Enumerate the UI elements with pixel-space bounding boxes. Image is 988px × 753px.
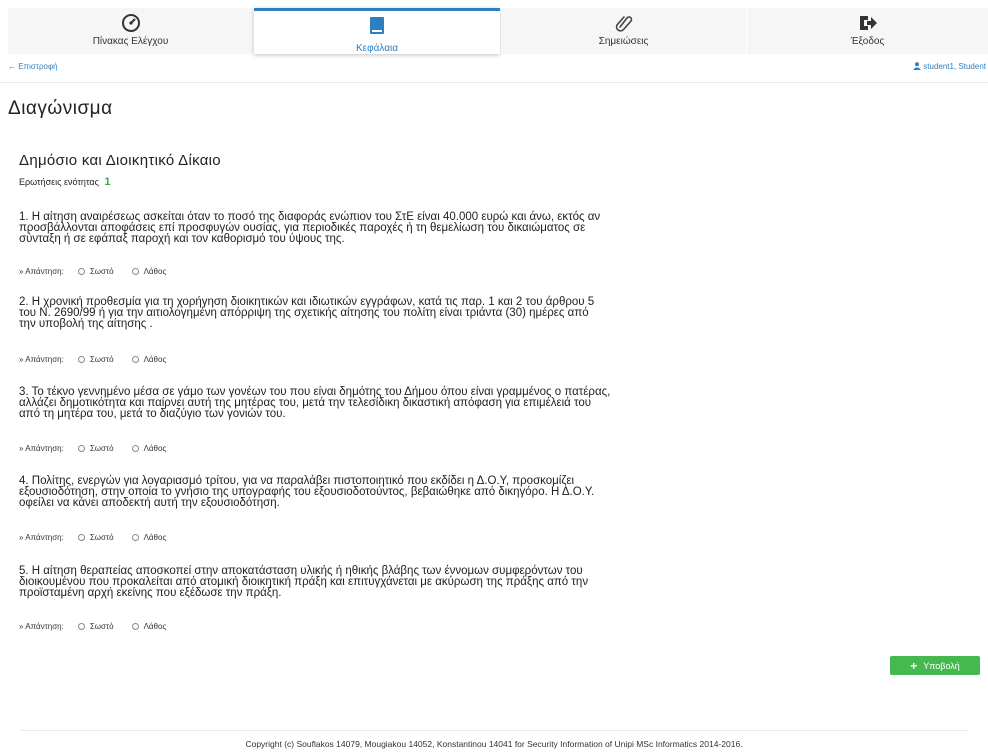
answer-label: » Απάντηση: [19, 533, 64, 542]
option-true-label: Σωστό [89, 267, 114, 276]
question-line: την υποβολή της αίτησης . [19, 318, 153, 330]
user-name: student1, Student [923, 62, 986, 71]
radio-false[interactable] [131, 623, 139, 630]
question-line: προϊσταμένη αρχή εκείνης που εξέδωσε την… [19, 587, 282, 599]
option-true-label: Σωστό [89, 444, 114, 453]
user-icon [913, 62, 923, 71]
radio-true[interactable] [77, 623, 85, 630]
submit-button[interactable]: + Υποβολή [890, 656, 980, 675]
sub-bar: ← Επιστροφή student1, Student [0, 62, 988, 74]
question-1: 1. Η αίτηση αναιρέσεως ασκείται όταν το … [19, 211, 969, 245]
paperclip-icon [614, 12, 634, 34]
question-line: του Ν. 2690/99 ή για την αιτιολογημένη α… [19, 307, 589, 319]
question-line: οφείλει να κάνει αποδεκτή αυτή την εξουσ… [19, 497, 280, 509]
option-false-label: Λάθος [143, 622, 167, 631]
option-false-label: Λάθος [143, 533, 167, 542]
question-2: 2. Η χρονική προθεσμία για τη χορήγηση δ… [19, 296, 969, 330]
plus-icon: + [910, 658, 918, 673]
radio-true[interactable] [77, 356, 85, 363]
answer-row-4: » Απάντηση: Σωστό Λάθος [19, 533, 170, 542]
question-3: 3. Το τέκνο γεννημένο μέσα σε γάμο των γ… [19, 386, 969, 420]
back-link[interactable]: ← Επιστροφή [8, 62, 58, 71]
radio-false[interactable] [131, 534, 139, 541]
question-line: από τη μητέρα του, μετά το διαζύγιο των … [19, 408, 286, 420]
footer-copyright: Copyright (c) Souflakos 14079, Mougiakou… [245, 739, 743, 749]
section-title: Δημόσιο και Διοικητικό Δίκαιο [19, 152, 221, 169]
option-false-label: Λάθος [143, 355, 167, 364]
divider [0, 82, 988, 83]
question-5: 5. Η αίτηση θεραπείας αποσκοπεί στην απο… [19, 565, 969, 599]
answer-row-2: » Απάντηση: Σωστό Λάθος [19, 355, 170, 364]
section-question-count: Ερωτήσεις ενότητας 1 [19, 176, 111, 188]
answer-row-5: » Απάντηση: Σωστό Λάθος [19, 622, 170, 631]
book-icon [368, 15, 386, 37]
answer-label: » Απάντηση: [19, 444, 64, 453]
radio-true[interactable] [77, 445, 85, 452]
radio-false[interactable] [131, 356, 139, 363]
count-label: Ερωτήσεις ενότητας [19, 177, 99, 187]
tab-logout-label: Έξοδος [850, 36, 885, 47]
option-true-label: Σωστό [89, 355, 114, 364]
user-link[interactable]: student1, Student [913, 62, 986, 71]
tab-logout[interactable]: Έξοδος [747, 8, 988, 54]
option-true-label: Σωστό [89, 622, 114, 631]
radio-false[interactable] [131, 268, 139, 275]
footer-divider [20, 730, 968, 731]
question-line: σύνταξη ή σε εφάπαξ παροχή και τον καθορ… [19, 233, 345, 245]
answer-row-3: » Απάντηση: Σωστό Λάθος [19, 444, 170, 453]
answer-label: » Απάντηση: [19, 355, 64, 364]
tab-dashboard-label: Πίνακας Ελέγχου [92, 36, 169, 47]
count-value: 1 [104, 176, 111, 188]
tab-notes[interactable]: Σημειώσεις [501, 8, 746, 54]
tab-chapters[interactable]: Κεφάλαια [254, 8, 500, 54]
dashboard-gauge-icon [121, 12, 141, 34]
radio-true[interactable] [77, 534, 85, 541]
option-true-label: Σωστό [89, 533, 114, 542]
answer-label: » Απάντηση: [19, 267, 64, 276]
radio-false[interactable] [131, 445, 139, 452]
answer-row-1: » Απάντηση: Σωστό Λάθος [19, 267, 170, 276]
tab-chapters-label: Κεφάλαια [355, 43, 399, 54]
tab-notes-label: Σημειώσεις [598, 36, 649, 47]
page-title: Διαγώνισμα [8, 98, 113, 119]
answer-label: » Απάντηση: [19, 622, 64, 631]
option-false-label: Λάθος [143, 267, 167, 276]
submit-label: Υποβολή [923, 660, 960, 671]
top-navigation: Πίνακας Ελέγχου Κεφάλαια Σημειώσεις Έξοδ… [0, 0, 988, 58]
radio-true[interactable] [77, 268, 85, 275]
question-4: 4. Πολίτης, ενεργών για λογαριασμό τρίτο… [19, 475, 969, 509]
option-false-label: Λάθος [143, 444, 167, 453]
sign-out-icon [858, 12, 878, 34]
tab-dashboard[interactable]: Πίνακας Ελέγχου [8, 8, 253, 54]
